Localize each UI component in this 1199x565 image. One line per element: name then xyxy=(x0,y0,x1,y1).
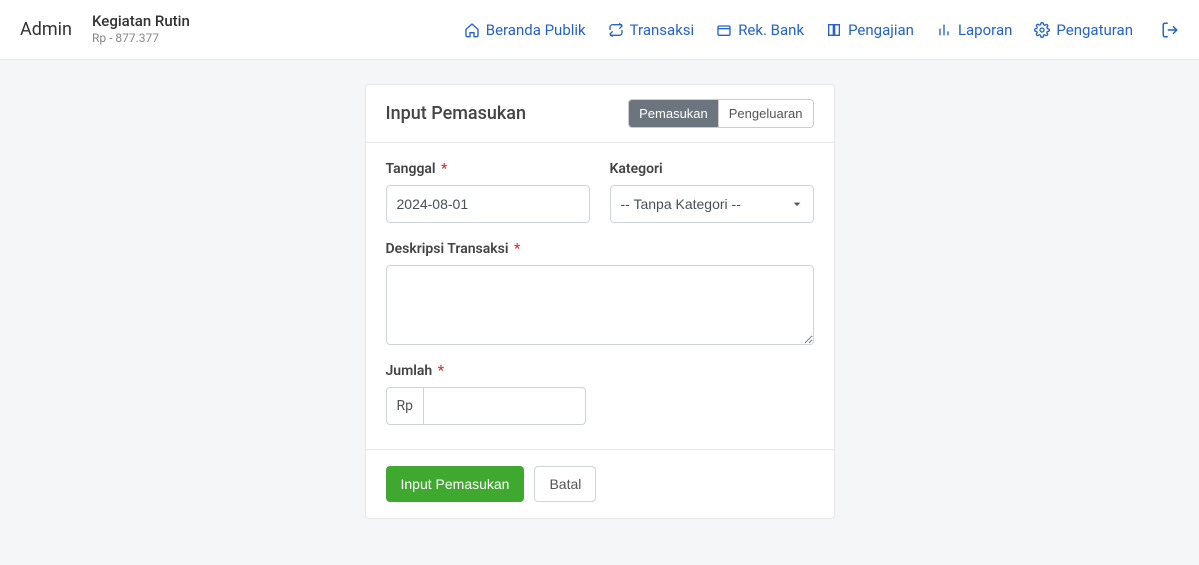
type-toggle: Pemasukan Pengeluaran xyxy=(628,99,813,128)
cancel-button[interactable]: Batal xyxy=(534,466,596,502)
input-tanggal[interactable] xyxy=(386,185,590,223)
org-balance: Rp - 877.377 xyxy=(92,31,190,47)
label-tanggal: Tanggal * xyxy=(386,161,590,177)
chart-icon xyxy=(936,22,952,38)
label-kategori: Kategori xyxy=(610,161,814,177)
gear-icon xyxy=(1034,22,1050,38)
required-mark: * xyxy=(438,363,444,379)
group-tanggal: Tanggal * xyxy=(386,161,590,223)
label-text: Tanggal xyxy=(386,161,436,177)
label-text: Jumlah xyxy=(386,363,433,379)
home-icon xyxy=(464,22,480,38)
card-footer: Input Pemasukan Batal xyxy=(366,449,834,518)
row-date-category: Tanggal * Kategori -- Tanpa Kategori -- xyxy=(386,161,814,223)
nav-label: Laporan xyxy=(958,21,1012,39)
topbar-nav: Beranda Publik Transaksi Rek. Bank Penga… xyxy=(464,21,1179,39)
nav-label: Pengajian xyxy=(848,21,914,39)
card-title: Input Pemasukan xyxy=(386,103,527,124)
nav-laporan[interactable]: Laporan xyxy=(936,21,1012,39)
card-header: Input Pemasukan Pemasukan Pengeluaran xyxy=(366,85,834,143)
nav-label: Pengaturan xyxy=(1056,21,1133,39)
label-text: Deskripsi Transaksi xyxy=(386,241,509,257)
nav-label: Beranda Publik xyxy=(486,21,586,39)
required-mark: * xyxy=(514,241,520,257)
group-deskripsi: Deskripsi Transaksi * xyxy=(386,241,814,345)
input-group-jumlah: Rp xyxy=(386,387,586,425)
topbar: Admin Kegiatan Rutin Rp - 877.377 Berand… xyxy=(0,0,1199,60)
nav-transaksi[interactable]: Transaksi xyxy=(608,21,695,39)
nav-pengaturan[interactable]: Pengaturan xyxy=(1034,21,1133,39)
nav-rek-bank[interactable]: Rek. Bank xyxy=(716,21,804,39)
nav-beranda[interactable]: Beranda Publik xyxy=(464,21,586,39)
input-jumlah[interactable] xyxy=(423,387,586,425)
topbar-left: Admin Kegiatan Rutin Rp - 877.377 xyxy=(20,12,190,47)
wallet-icon xyxy=(716,22,732,38)
required-mark: * xyxy=(441,161,447,177)
org-info: Kegiatan Rutin Rp - 877.377 xyxy=(92,12,190,47)
org-title: Kegiatan Rutin xyxy=(92,12,190,32)
group-jumlah: Jumlah * Rp xyxy=(386,363,814,425)
nav-label: Rek. Bank xyxy=(738,21,804,39)
refresh-icon xyxy=(608,22,624,38)
select-kategori[interactable]: -- Tanpa Kategori -- xyxy=(610,185,814,223)
logout-icon[interactable] xyxy=(1161,21,1179,39)
submit-button[interactable]: Input Pemasukan xyxy=(386,466,525,502)
toggle-pemasukan[interactable]: Pemasukan xyxy=(629,100,718,127)
nav-pengajian[interactable]: Pengajian xyxy=(826,21,914,39)
book-icon xyxy=(826,22,842,38)
currency-prefix: Rp xyxy=(386,387,424,425)
transaction-card: Input Pemasukan Pemasukan Pengeluaran Ta… xyxy=(365,84,835,519)
label-jumlah: Jumlah * xyxy=(386,363,814,379)
label-deskripsi: Deskripsi Transaksi * xyxy=(386,241,814,257)
page-content: Input Pemasukan Pemasukan Pengeluaran Ta… xyxy=(0,60,1199,559)
group-kategori: Kategori -- Tanpa Kategori -- xyxy=(610,161,814,223)
card-body: Tanggal * Kategori -- Tanpa Kategori -- … xyxy=(366,143,834,449)
textarea-deskripsi[interactable] xyxy=(386,265,814,345)
toggle-pengeluaran[interactable]: Pengeluaran xyxy=(718,100,813,127)
admin-label[interactable]: Admin xyxy=(20,19,72,40)
nav-label: Transaksi xyxy=(630,21,695,39)
